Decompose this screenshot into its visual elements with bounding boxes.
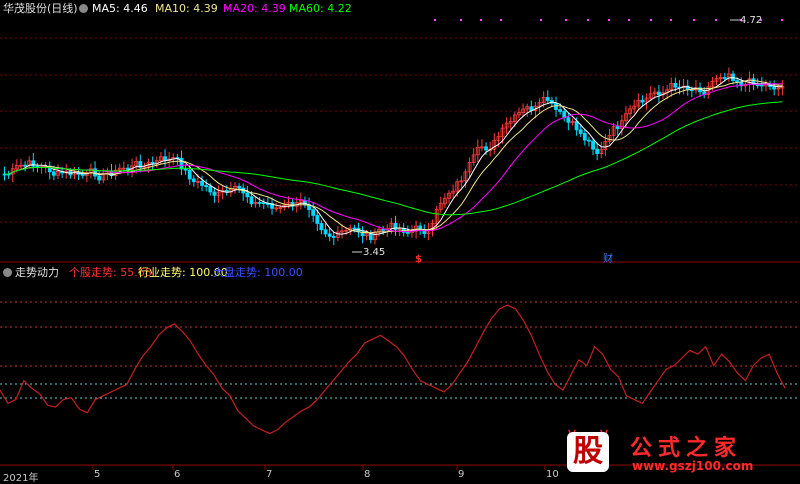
indicator-settings-icon[interactable]: [3, 266, 15, 280]
candle-body: [352, 227, 357, 230]
logo-char: 股: [567, 432, 609, 472]
top-signal-dot: [540, 19, 542, 21]
candle-body: [245, 192, 250, 198]
candle-body: [759, 84, 764, 87]
ma60-label: MA60: 4.22: [289, 2, 352, 15]
date-axis-month-7: 7: [266, 469, 273, 480]
candle-body: [673, 83, 678, 88]
market-trend-label: 大盘走势: 100.00: [213, 266, 303, 279]
top-signal-dot: [434, 19, 436, 21]
candle-body: [212, 191, 217, 196]
top-signal-dot: [670, 19, 672, 21]
candle-body: [574, 121, 579, 131]
top-signal-dot: [650, 19, 652, 21]
candle-body: [249, 196, 254, 205]
top-signal-dot: [608, 19, 610, 21]
watermark-brand: 公式之家: [630, 436, 743, 461]
chart-canvas: [0, 0, 800, 482]
watermark-url: www.gszj100.com: [632, 459, 754, 473]
top-signal-dot: [565, 19, 567, 21]
candle-body: [237, 185, 242, 189]
finance-report-marker[interactable]: 财: [603, 254, 613, 266]
candle-body: [315, 214, 320, 224]
top-signal-dot: [587, 19, 589, 21]
candle-body: [204, 185, 209, 187]
candle-body: [405, 231, 410, 234]
top-signal-dot: [500, 19, 502, 21]
candle-body: [731, 73, 735, 81]
candle-body: [381, 229, 386, 231]
date-axis-month-9: 9: [458, 469, 465, 480]
candle-body: [311, 209, 316, 216]
candle-body: [257, 202, 262, 204]
indicator-title: 走势动力: [15, 266, 59, 279]
candle-body: [640, 99, 645, 103]
candle-body: [31, 160, 36, 167]
candle-body: [208, 186, 213, 193]
candle-body: [187, 169, 192, 180]
top-signal-dot: [715, 19, 717, 21]
candle-body: [51, 171, 56, 176]
candle-body: [566, 117, 571, 123]
candle-body: [97, 175, 102, 181]
candle-body: [591, 140, 595, 150]
candle-body: [722, 77, 727, 79]
candle-body: [657, 91, 661, 96]
date-axis-month-8: 8: [364, 469, 371, 480]
top-signal-dot: [480, 19, 482, 21]
candle-body: [582, 133, 587, 141]
top-signal-dot: [460, 19, 462, 21]
candle-body: [615, 126, 620, 129]
top-signal-dot: [628, 19, 630, 21]
date-axis-month-6: 6: [174, 469, 181, 480]
candle-body: [261, 202, 266, 205]
dividend-marker[interactable]: $: [415, 254, 422, 266]
low-price-label: 3.45: [363, 247, 386, 258]
top-signal-dot: [781, 19, 783, 21]
ma5-label: MA5: 4.46: [92, 2, 148, 15]
candle-body: [323, 229, 328, 235]
candle-body: [303, 200, 307, 206]
top-signal-dot: [693, 19, 695, 21]
candle-body: [183, 168, 188, 171]
candle-body: [578, 129, 583, 134]
settings-circle-icon[interactable]: [79, 2, 91, 16]
candle-body: [23, 164, 27, 167]
high-price-label: 4.72: [740, 15, 763, 26]
date-axis-month-5: 5: [94, 469, 101, 480]
candle-body: [200, 180, 204, 186]
candle-body: [319, 223, 324, 231]
candle-body: [484, 146, 488, 151]
candle-body: [595, 148, 600, 155]
candle-body: [331, 235, 336, 238]
watermark-logo: ∨ ∨ 股: [557, 426, 619, 472]
candle-body: [191, 178, 196, 183]
ma20-label: MA20: 4.39: [223, 2, 286, 15]
candle-body: [150, 161, 155, 164]
candle-body: [772, 86, 777, 90]
candle-body: [327, 233, 332, 237]
candle-body: [80, 173, 85, 176]
stock-title: 华茂股份(日线): [3, 2, 78, 15]
candle-body: [126, 167, 130, 170]
candle-body: [587, 139, 591, 142]
candle-body: [545, 97, 550, 101]
candle-body: [558, 109, 563, 112]
ma10-label: MA10: 4.39: [155, 2, 218, 15]
